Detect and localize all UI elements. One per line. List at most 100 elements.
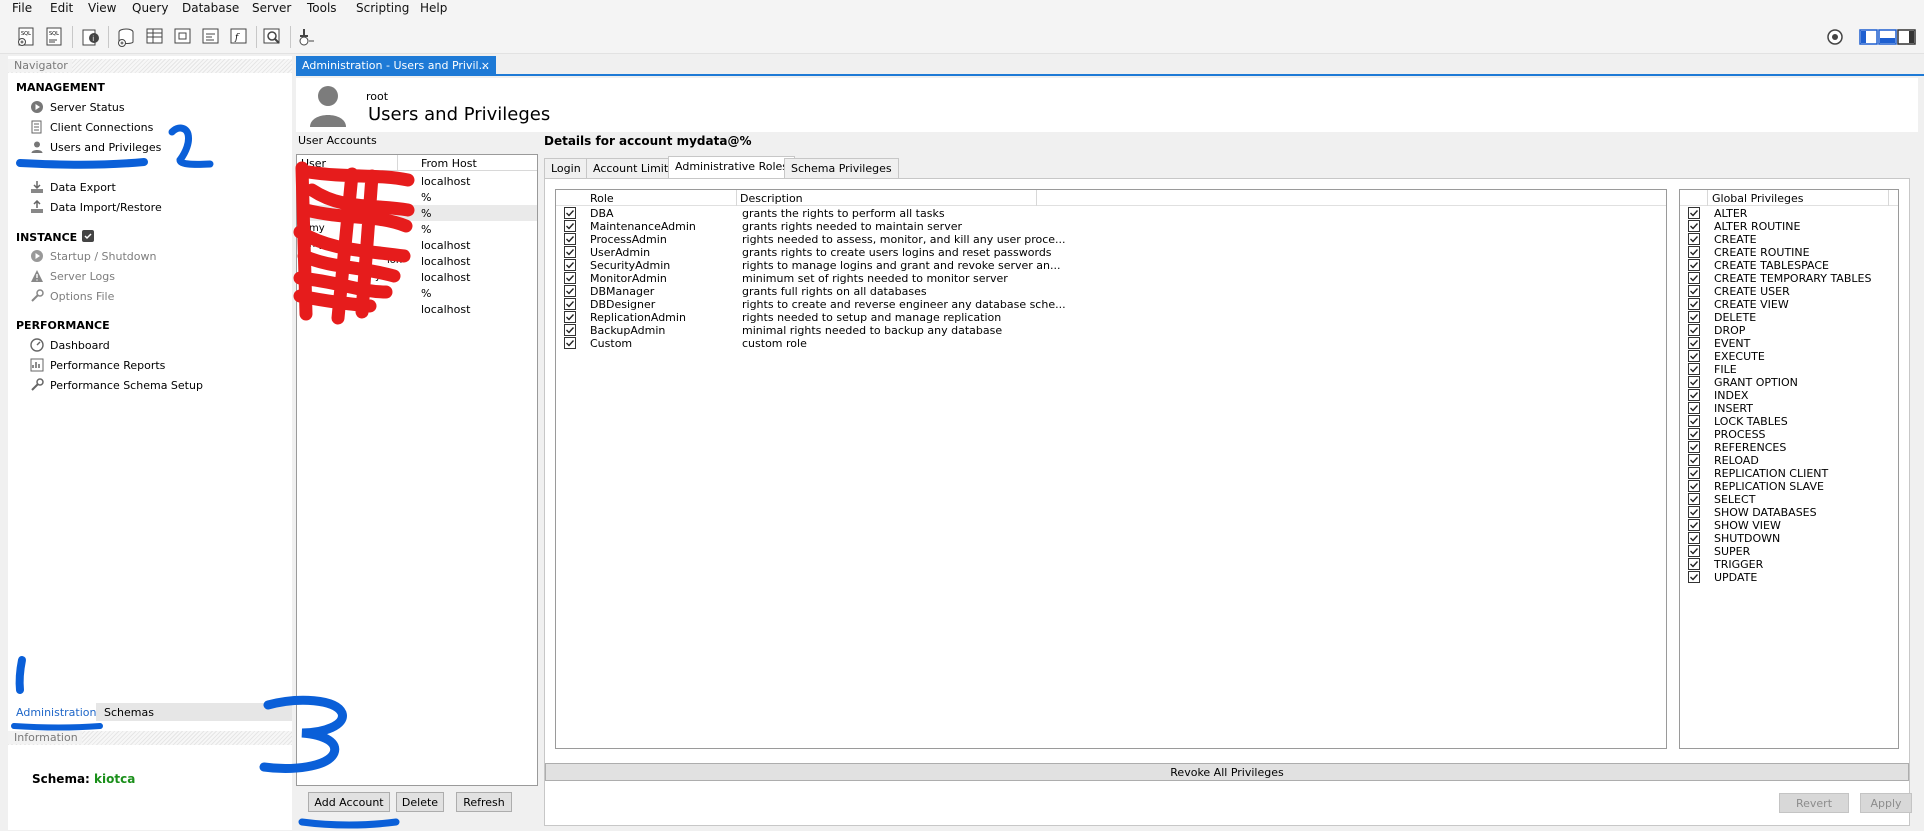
privilege-checkbox[interactable]: [1688, 259, 1700, 271]
privilege-checkbox[interactable]: [1688, 545, 1700, 557]
close-tab-icon[interactable]: ×: [481, 59, 490, 72]
refresh-button[interactable]: Refresh: [456, 792, 512, 812]
menu-server[interactable]: Server: [252, 1, 291, 15]
privilege-row[interactable]: LOCK TABLES: [1680, 415, 1898, 428]
privilege-checkbox[interactable]: [1688, 519, 1700, 531]
privilege-checkbox[interactable]: [1688, 558, 1700, 570]
table-row[interactable]: localhost: [297, 237, 537, 253]
delete-button[interactable]: Delete: [396, 792, 444, 812]
tab-schemas[interactable]: Schemas: [104, 706, 154, 719]
privilege-checkbox[interactable]: [1688, 233, 1700, 245]
role-row[interactable]: Custom custom role: [556, 337, 1666, 350]
nav-data-export[interactable]: Data Export: [30, 179, 116, 195]
role-row[interactable]: DBDesigner rights to create and reverse e…: [556, 298, 1666, 311]
privilege-checkbox[interactable]: [1688, 246, 1700, 258]
privilege-checkbox[interactable]: [1688, 454, 1700, 466]
privilege-checkbox[interactable]: [1688, 350, 1700, 362]
privilege-row[interactable]: TRIGGER: [1680, 558, 1898, 571]
privilege-row[interactable]: DROP: [1680, 324, 1898, 337]
menu-edit[interactable]: Edit: [50, 1, 73, 15]
privilege-checkbox[interactable]: [1688, 311, 1700, 323]
role-checkbox[interactable]: [564, 311, 576, 323]
privilege-row[interactable]: INSERT: [1680, 402, 1898, 415]
privilege-checkbox[interactable]: [1688, 389, 1700, 401]
panel-layout-toggle-icons[interactable]: [1858, 26, 1918, 48]
privilege-row[interactable]: INDEX: [1680, 389, 1898, 402]
privilege-checkbox[interactable]: [1688, 220, 1700, 232]
privilege-row[interactable]: CREATE: [1680, 233, 1898, 246]
role-checkbox[interactable]: [564, 285, 576, 297]
menu-query[interactable]: Query: [132, 1, 168, 15]
role-checkbox[interactable]: [564, 207, 576, 219]
user-accounts-table[interactable]: User From Host localhost%%% localhost loca…: [296, 154, 538, 786]
nav-startup-shutdown[interactable]: Startup / Shutdown: [30, 248, 156, 264]
create-table-icon[interactable]: [144, 26, 166, 48]
column-from-host[interactable]: From Host: [421, 157, 477, 170]
role-row[interactable]: DBA grants the rights to perform all task…: [556, 207, 1666, 220]
revoke-all-privileges-button[interactable]: Revoke All Privileges: [545, 763, 1909, 781]
role-checkbox[interactable]: [564, 337, 576, 349]
role-checkbox[interactable]: [564, 272, 576, 284]
menu-file[interactable]: File: [12, 1, 32, 15]
table-row[interactable]: %: [297, 205, 537, 221]
privilege-row[interactable]: ALTER ROUTINE: [1680, 220, 1898, 233]
privilege-row[interactable]: EXECUTE: [1680, 350, 1898, 363]
privilege-checkbox[interactable]: [1688, 285, 1700, 297]
privilege-row[interactable]: REFERENCES: [1680, 441, 1898, 454]
role-row[interactable]: MonitorAdmin minimum set of rights needed…: [556, 272, 1666, 285]
privilege-checkbox[interactable]: [1688, 272, 1700, 284]
open-sql-script-icon[interactable]: SQL: [44, 26, 66, 48]
privilege-row[interactable]: UPDATE: [1680, 571, 1898, 584]
role-row[interactable]: MaintenanceAdmin grants rights needed to …: [556, 220, 1666, 233]
privilege-checkbox[interactable]: [1688, 467, 1700, 479]
privilege-checkbox[interactable]: [1688, 363, 1700, 375]
privilege-checkbox[interactable]: [1688, 441, 1700, 453]
column-global-privileges[interactable]: Global Privileges: [1712, 192, 1803, 205]
nav-dashboard[interactable]: Dashboard: [30, 337, 110, 353]
menu-tools[interactable]: Tools: [307, 1, 337, 15]
tab-administration[interactable]: Administration: [8, 703, 97, 721]
role-checkbox[interactable]: [564, 220, 576, 232]
privilege-checkbox[interactable]: [1688, 428, 1700, 440]
privilege-checkbox[interactable]: [1688, 480, 1700, 492]
column-user[interactable]: User: [301, 157, 326, 170]
role-row[interactable]: BackupAdmin minimal rights needed to back…: [556, 324, 1666, 337]
privilege-checkbox[interactable]: [1688, 298, 1700, 310]
privilege-checkbox[interactable]: [1688, 324, 1700, 336]
table-row[interactable]: localhost: [297, 269, 537, 285]
apply-button[interactable]: Apply: [1860, 793, 1912, 813]
privilege-row[interactable]: SUPER: [1680, 545, 1898, 558]
nav-options-file[interactable]: Options File: [30, 288, 114, 304]
role-checkbox[interactable]: [564, 259, 576, 271]
nav-performance-reports[interactable]: Performance Reports: [30, 357, 165, 373]
privilege-checkbox[interactable]: [1688, 376, 1700, 388]
privilege-row[interactable]: CREATE VIEW: [1680, 298, 1898, 311]
privilege-row[interactable]: REPLICATION CLIENT: [1680, 467, 1898, 480]
privilege-row[interactable]: GRANT OPTION: [1680, 376, 1898, 389]
table-row[interactable]: %: [297, 285, 537, 301]
create-schema-icon[interactable]: [116, 26, 138, 48]
revert-button[interactable]: Revert: [1779, 793, 1849, 813]
table-row[interactable]: localhost: [297, 301, 537, 317]
role-checkbox[interactable]: [564, 246, 576, 258]
privilege-row[interactable]: SHUTDOWN: [1680, 532, 1898, 545]
global-privileges-table[interactable]: Global Privileges ALTER ALTER ROUTINE CREA…: [1679, 189, 1899, 749]
menu-database[interactable]: Database: [182, 1, 239, 15]
tab-schema-privileges[interactable]: Schema Privileges: [784, 158, 899, 178]
nav-users-and-privileges[interactable]: Users and Privileges: [30, 139, 161, 155]
new-sql-tab-icon[interactable]: SQL: [16, 26, 38, 48]
privilege-row[interactable]: DELETE: [1680, 311, 1898, 324]
privilege-checkbox[interactable]: [1688, 571, 1700, 583]
privilege-row[interactable]: SELECT: [1680, 493, 1898, 506]
menu-help[interactable]: Help: [420, 1, 447, 15]
reconnect-icon[interactable]: [296, 26, 318, 48]
tab-account-limits[interactable]: Account Limits: [586, 158, 681, 178]
privilege-checkbox[interactable]: [1688, 402, 1700, 414]
role-row[interactable]: ReplicationAdmin rights needed to setup a…: [556, 311, 1666, 324]
table-row[interactable]: %: [297, 221, 537, 237]
privilege-row[interactable]: CREATE USER: [1680, 285, 1898, 298]
nav-data-import-restore[interactable]: Data Import/Restore: [30, 199, 162, 215]
privilege-checkbox[interactable]: [1688, 415, 1700, 427]
inspector-icon[interactable]: i: [80, 26, 102, 48]
nav-client-connections[interactable]: Client Connections: [30, 119, 153, 135]
